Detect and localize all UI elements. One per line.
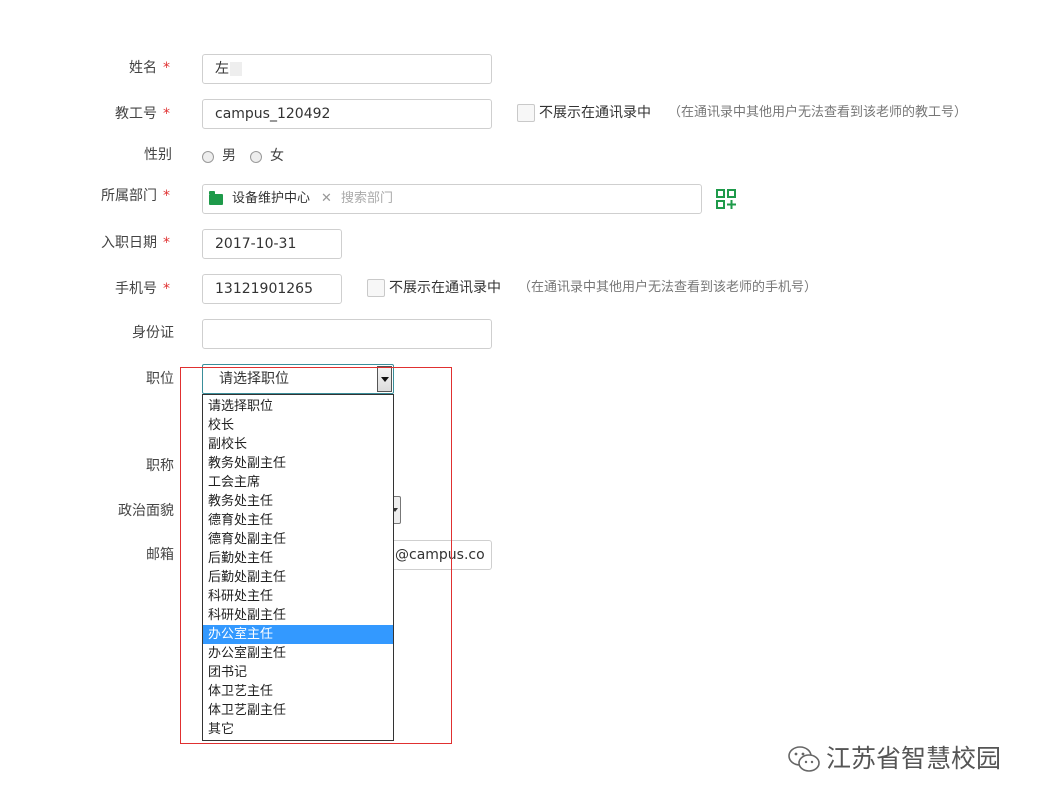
email-label: 邮箱 [146,547,174,563]
gender-female-radio[interactable] [250,151,262,163]
dropdown-option[interactable]: 工会主席 [203,473,393,492]
blurred-text [230,62,242,76]
dropdown-option[interactable]: 后勤处主任 [203,549,393,568]
gender-female-label: 女 [270,148,284,164]
required-mark: * [163,188,170,204]
folder-icon [209,191,223,205]
name-value: 左 [215,61,229,77]
required-mark: * [163,60,170,76]
dropdown-option[interactable]: 办公室副主任 [203,644,393,663]
political-label: 政治面貌 [118,503,174,519]
department-tag: 设备维护中心 [232,191,311,206]
title-label: 职称 [146,458,174,474]
dropdown-option[interactable]: 科研处副主任 [203,606,393,625]
department-search-placeholder[interactable]: 搜索部门 [341,190,393,208]
dropdown-option[interactable]: 体卫艺副主任 [203,701,393,720]
phone-label: 手机号 * [115,281,170,297]
required-mark: * [163,235,170,251]
hire-date-label: 入职日期 * [101,235,170,251]
dropdown-option-highlighted[interactable]: 办公室主任 [203,625,393,644]
gender-male-radio[interactable] [202,151,214,163]
org-tree-icon[interactable] [716,189,738,211]
hide-staff-id-checkbox[interactable] [517,104,535,122]
dropdown-option[interactable]: 德育处主任 [203,511,393,530]
gender-label: 性别 [144,147,172,163]
dropdown-option[interactable]: 科研处主任 [203,587,393,606]
department-selector[interactable]: 设备维护中心 ✕ 搜索部门 [202,184,702,214]
required-mark: * [163,106,170,122]
dropdown-option[interactable]: 请选择职位 [203,397,393,416]
dropdown-option[interactable]: 其它 [203,720,393,739]
dropdown-option[interactable]: 教务处副主任 [203,454,393,473]
name-input[interactable]: 左 [202,54,492,84]
chevron-down-icon[interactable] [377,366,392,392]
dropdown-option[interactable]: 后勤处副主任 [203,568,393,587]
dropdown-option[interactable]: 副校长 [203,435,393,454]
department-label: 所属部门 * [101,188,170,204]
watermark-text: 江苏省智慧校园 [826,744,1002,773]
staff-id-input[interactable]: campus_120492 [202,99,492,129]
hide-staff-id-label: 不展示在通讯录中 [539,105,651,121]
hide-phone-checkbox[interactable] [367,279,385,297]
position-dropdown-list[interactable]: 请选择职位 校长 副校长 教务处副主任 工会主席 教务处主任 德育处主任 德育处… [202,394,394,741]
dropdown-option[interactable]: 德育处副主任 [203,530,393,549]
phone-input[interactable]: 13121901265 [202,274,342,304]
staff-id-hint: （在通讯录中其他用户无法查看到该老师的教工号） [668,105,968,120]
hide-phone-label: 不展示在通讯录中 [389,280,501,296]
dropdown-option[interactable]: 团书记 [203,663,393,682]
remove-tag-icon[interactable]: ✕ [321,190,332,208]
dropdown-option[interactable]: 体卫艺主任 [203,682,393,701]
required-mark: * [163,281,170,297]
dropdown-option[interactable]: 教务处主任 [203,492,393,511]
wechat-icon [786,744,822,774]
dropdown-option[interactable]: 校长 [203,416,393,435]
id-card-label: 身份证 [132,325,174,341]
staff-id-label: 教工号 * [115,106,170,122]
gender-male-label: 男 [222,148,236,164]
id-card-input[interactable] [202,319,492,349]
position-select[interactable]: 请选择职位 [202,364,394,394]
hire-date-input[interactable]: 2017-10-31 [202,229,342,259]
position-label: 职位 [146,371,174,387]
phone-hint: （在通讯录中其他用户无法查看到该老师的手机号） [518,280,818,295]
name-label: 姓名 * [129,60,170,76]
